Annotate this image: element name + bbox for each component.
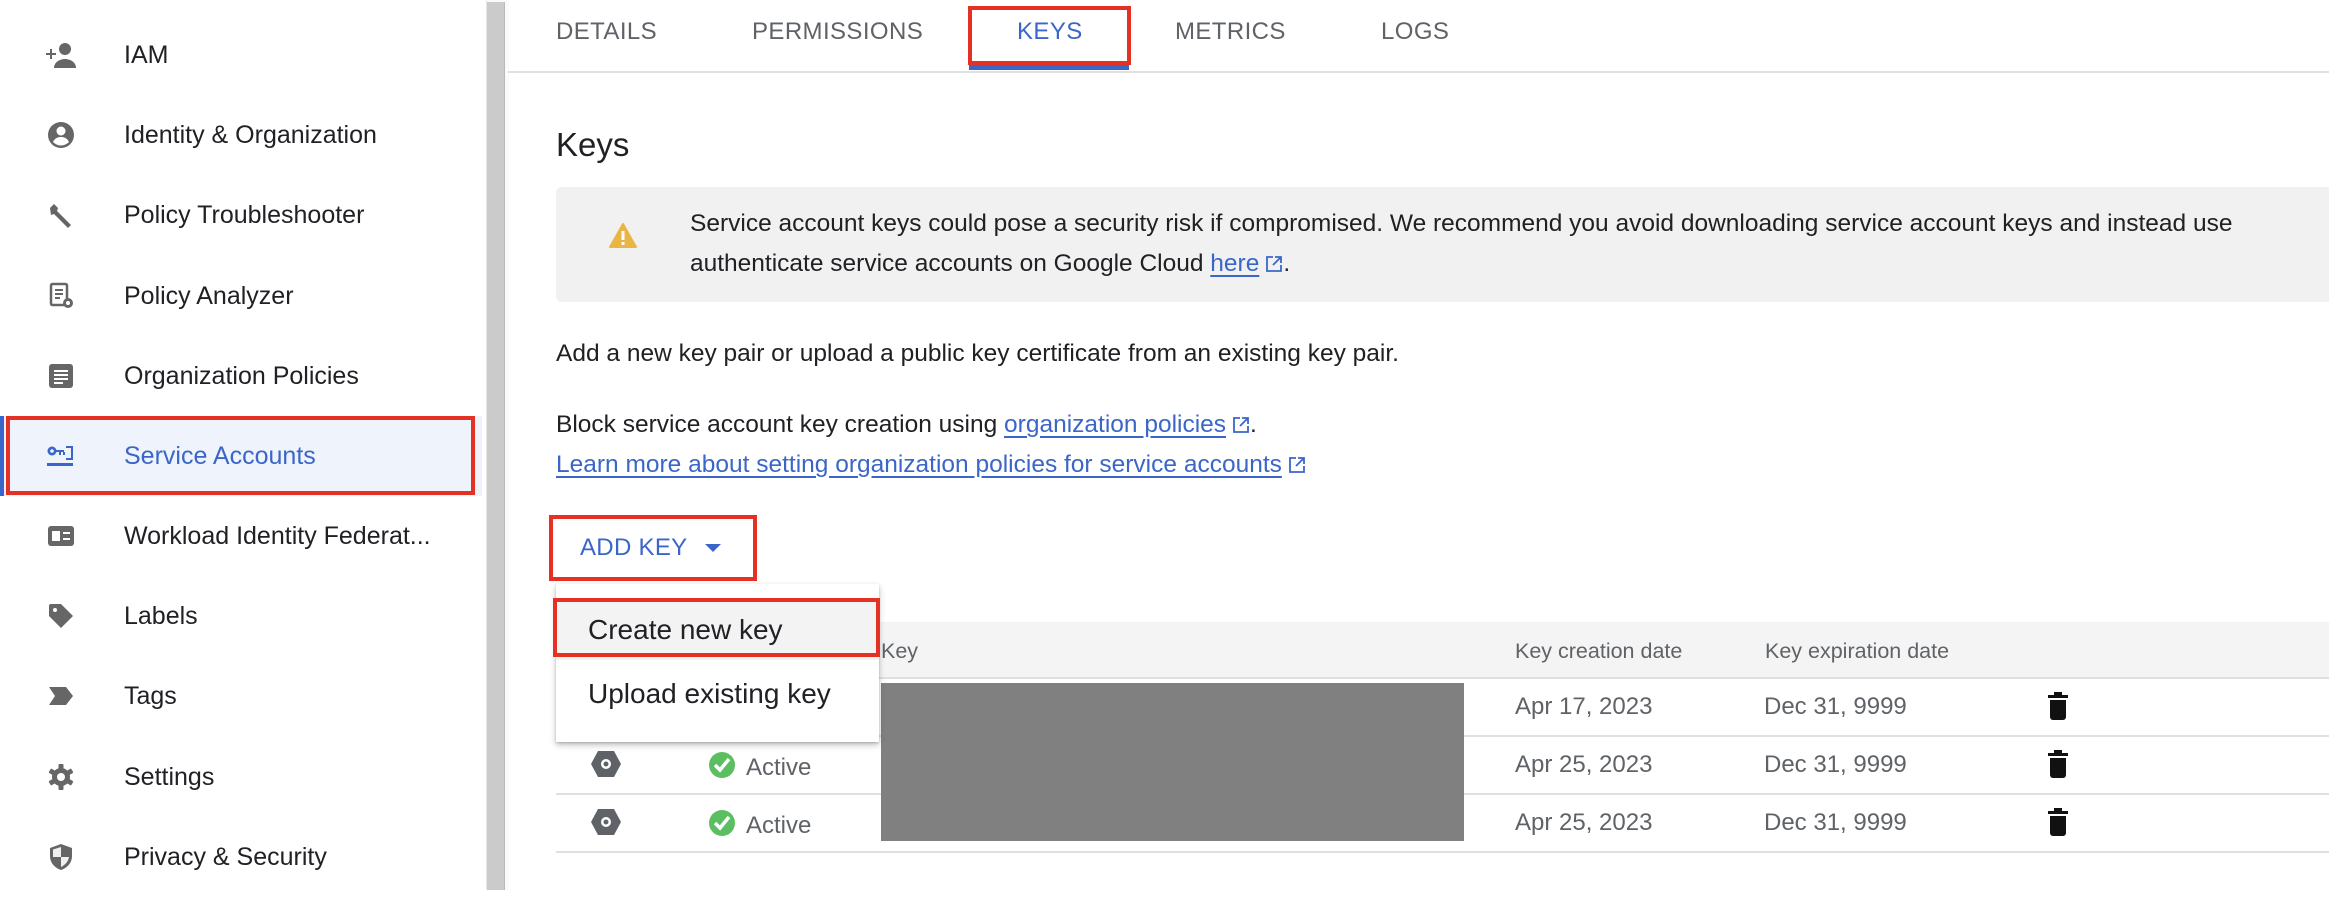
- sidebar-item-iam[interactable]: IAM: [0, 15, 482, 95]
- label-arrow-icon: [44, 679, 78, 713]
- sidebar-item-identity-organization[interactable]: Identity & Organization: [0, 95, 482, 175]
- sidebar-item-label: Policy Troubleshooter: [124, 200, 365, 229]
- learn-more-line: Learn more about setting organization po…: [556, 451, 1306, 479]
- expiration-date: Dec 31, 9999: [1764, 751, 1907, 778]
- sidebar-item-label: Policy Analyzer: [124, 281, 294, 310]
- sidebar-item-label: Workload Identity Federat...: [124, 521, 431, 550]
- status-text: Active: [746, 753, 812, 781]
- key-type-icon: [590, 807, 622, 842]
- sidebar-item-label: Tags: [124, 681, 177, 710]
- sidebar-item-workload-identity-federation[interactable]: Workload Identity Federat...: [0, 496, 482, 576]
- banner-text-prefix: authenticate service accounts on Google …: [690, 250, 1211, 277]
- block-text-prefix: Block service account key creation using: [556, 411, 1005, 438]
- expiration-date: Dec 31, 9999: [1764, 693, 1907, 720]
- warning-icon: [609, 223, 637, 254]
- menu-item-label: Create new key: [588, 614, 783, 645]
- key-type-icon: [590, 749, 622, 784]
- sidebar-item-policy-troubleshooter[interactable]: Policy Troubleshooter: [0, 175, 482, 255]
- menu-item-upload-existing-key[interactable]: Upload existing key: [556, 664, 879, 724]
- sidebar-item-privacy-security[interactable]: Privacy & Security: [0, 817, 482, 897]
- sidebar-item-label: Settings: [124, 762, 215, 791]
- external-link-icon: [1265, 252, 1283, 272]
- sidebar-item-settings[interactable]: Settings: [0, 737, 482, 817]
- tab-logs[interactable]: LOGS: [1381, 18, 1449, 46]
- active-indicator: [0, 416, 4, 496]
- column-header-key: Key: [881, 639, 919, 663]
- here-link[interactable]: here: [1210, 250, 1259, 277]
- person-add-icon: [44, 38, 78, 72]
- check-circle-icon: [708, 751, 736, 784]
- block-text: Block service account key creation using…: [556, 411, 1257, 439]
- intro-text: Add a new key pair or upload a public ke…: [556, 340, 1399, 367]
- sidebar-item-tags[interactable]: Tags: [0, 656, 482, 736]
- sidebar-item-labels[interactable]: Labels: [0, 576, 482, 656]
- banner-text-suffix: .: [1283, 250, 1291, 277]
- gear-icon: [44, 760, 78, 794]
- creation-date: Apr 25, 2023: [1515, 809, 1653, 836]
- tab-details[interactable]: DETAILS: [556, 18, 657, 46]
- sidebar-item-policy-analyzer[interactable]: Policy Analyzer: [0, 256, 482, 336]
- external-link-icon: [1232, 413, 1250, 433]
- wrench-icon: [44, 198, 78, 232]
- tab-keys[interactable]: KEYS: [1017, 18, 1083, 46]
- expiration-date: Dec 31, 9999: [1764, 809, 1907, 836]
- scrollbar-thumb[interactable]: [487, 2, 505, 890]
- creation-date: Apr 25, 2023: [1515, 751, 1653, 778]
- delete-key-button[interactable]: [2047, 749, 2069, 784]
- sidebar-item-organization-policies[interactable]: Organization Policies: [0, 336, 482, 416]
- menu-item-label: Upload existing key: [588, 678, 831, 709]
- delete-key-button[interactable]: [2047, 691, 2069, 726]
- sidebar-item-label: Service Accounts: [124, 441, 316, 470]
- add-key-button[interactable]: ADD KEY: [556, 520, 752, 576]
- sidebar-item-label: Privacy & Security: [124, 842, 327, 871]
- status-badge: Active: [708, 809, 811, 842]
- warning-banner: [556, 187, 2329, 302]
- status-badge: Active: [708, 751, 811, 784]
- column-header-creation-date[interactable]: Key creation date: [1515, 639, 1682, 664]
- delete-key-button[interactable]: [2047, 807, 2069, 842]
- add-key-label: ADD KEY: [580, 534, 688, 561]
- shield-icon: [44, 840, 78, 874]
- external-link-icon: [1288, 453, 1306, 473]
- redacted-key-ids: [881, 683, 1464, 841]
- service-account-key-icon: [44, 439, 78, 473]
- sidebar-item-label: IAM: [124, 40, 169, 69]
- tab-divider: [508, 71, 2329, 73]
- organization-policies-link[interactable]: organization policies: [1004, 411, 1226, 438]
- tag-icon: [44, 599, 78, 633]
- document-search-icon: [44, 279, 78, 313]
- active-tab-indicator: [969, 65, 1129, 70]
- sidebar-item-label: Organization Policies: [124, 361, 359, 390]
- tab-metrics[interactable]: METRICS: [1175, 18, 1286, 46]
- status-text: Active: [746, 811, 812, 839]
- id-card-icon: [44, 519, 78, 553]
- page-title: Keys: [556, 126, 630, 163]
- check-circle-icon: [708, 809, 736, 842]
- sidebar-item-label: Labels: [124, 601, 198, 630]
- learn-more-link[interactable]: Learn more about setting organization po…: [556, 451, 1282, 478]
- sidebar-item-service-accounts[interactable]: Service Accounts: [0, 416, 482, 496]
- list-box-icon: [44, 359, 78, 393]
- tab-permissions[interactable]: PERMISSIONS: [752, 18, 923, 46]
- account-circle-icon: [44, 118, 78, 152]
- sidebar-item-label: Identity & Organization: [124, 120, 377, 149]
- block-text-suffix: .: [1250, 411, 1257, 438]
- menu-item-create-new-key[interactable]: Create new key: [556, 600, 879, 660]
- sidebar: IAM Identity & Organization Policy Troub…: [0, 0, 486, 890]
- add-key-menu: Create new key Upload existing key: [556, 584, 879, 742]
- caret-down-icon: [705, 544, 722, 552]
- banner-text-line2: authenticate service accounts on Google …: [690, 250, 1290, 278]
- banner-text: Service account keys could pose a securi…: [690, 210, 2233, 237]
- column-header-expiration-date[interactable]: Key expiration date: [1765, 639, 1949, 664]
- creation-date: Apr 17, 2023: [1515, 693, 1653, 720]
